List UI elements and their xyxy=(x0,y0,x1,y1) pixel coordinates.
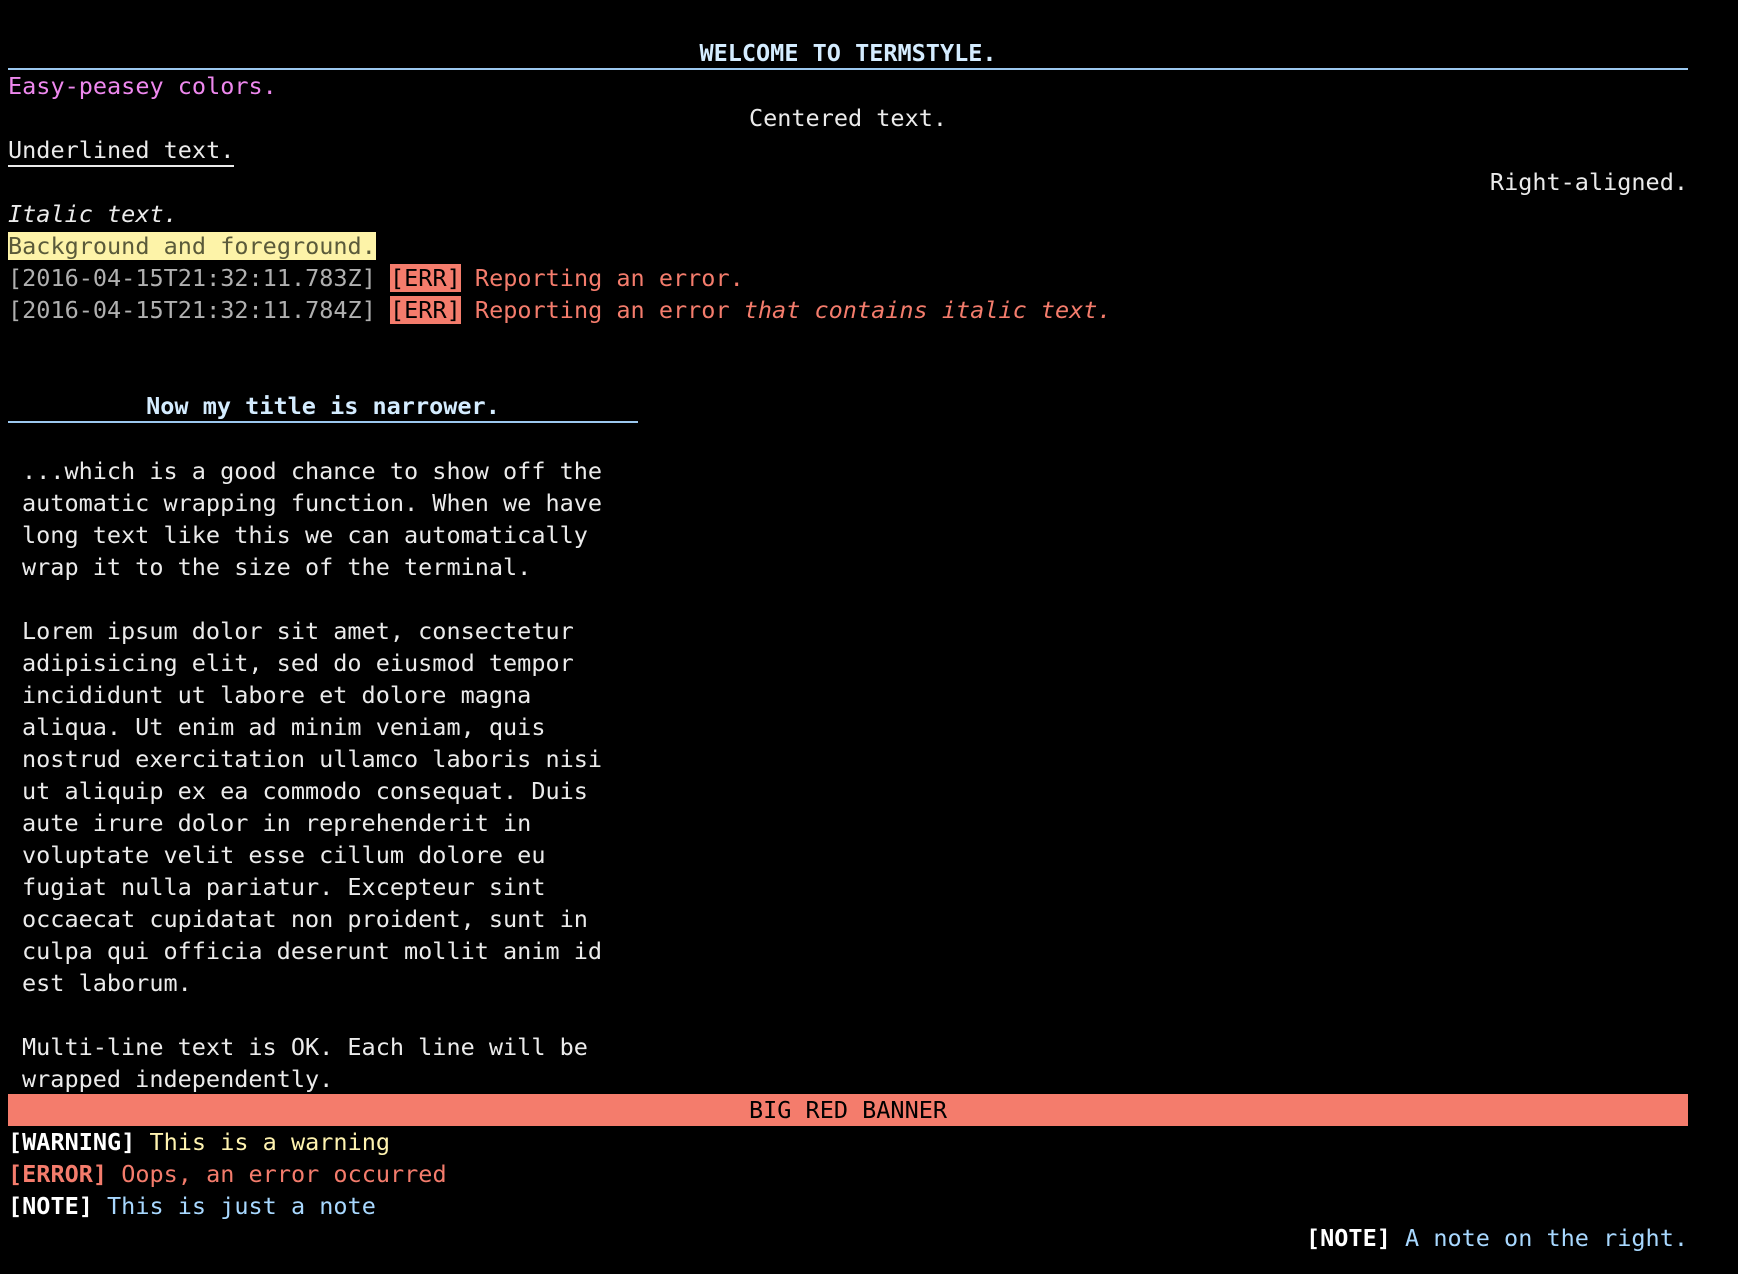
red-banner: BIG RED BANNER xyxy=(8,1094,1688,1126)
underlined-text-line: Underlined text. xyxy=(8,134,235,167)
log-message: Reporting an error that contains italic … xyxy=(475,296,1112,324)
narrow-title: Now my title is narrower. xyxy=(8,390,638,423)
error-label: [ERROR] xyxy=(8,1160,108,1188)
colored-text-line: Easy-peasey colors. xyxy=(8,72,277,100)
error-tag: [ERR] xyxy=(390,296,461,324)
error-line: [ERROR] Oops, an error occurred xyxy=(8,1158,447,1190)
log-line: [2016-04-15T21:32:11.784Z] [ERR] Reporti… xyxy=(8,294,1112,326)
log-timestamp: [2016-04-15T21:32:11.783Z] xyxy=(8,264,376,292)
main-title: WELCOME TO TERMSTYLE. xyxy=(8,37,1688,70)
centered-text-line: Centered text. xyxy=(748,104,948,132)
note-right-tag: [NOTE] xyxy=(1305,1224,1391,1252)
error-text: Oops, an error occurred xyxy=(107,1160,447,1188)
warning-tag: [WARNING] xyxy=(8,1128,136,1156)
note-right-line: [NOTE] A note on the right. xyxy=(8,1222,1688,1254)
warning-line: [WARNING] This is a warning xyxy=(8,1126,390,1158)
highlighted-text: Background and foreground. xyxy=(8,232,376,260)
log-line: [2016-04-15T21:32:11.783Z] [ERR] Reporti… xyxy=(8,262,744,294)
log-message-italic: that contains italic text. xyxy=(743,296,1112,324)
log-timestamp: [2016-04-15T21:32:11.784Z] xyxy=(8,296,376,324)
log-message: Reporting an error. xyxy=(474,264,744,292)
right-aligned-text-line: Right-aligned. xyxy=(1489,168,1688,196)
note-tag: [NOTE] xyxy=(8,1192,93,1220)
warning-text: This is a warning xyxy=(135,1128,391,1156)
note-right-text: A note on the right. xyxy=(1390,1224,1688,1252)
background-foreground-line: Background and foreground. xyxy=(8,230,376,262)
log-message-plain: Reporting an error xyxy=(474,296,744,324)
note-text: This is just a note xyxy=(92,1192,376,1220)
error-tag: [ERR] xyxy=(390,264,461,292)
wrapped-text-block: ...which is a good chance to show off th… xyxy=(22,457,603,1093)
underlined-text: Underlined text. xyxy=(8,136,235,167)
note-line: [NOTE] This is just a note xyxy=(8,1190,376,1222)
italic-text-line: Italic text. xyxy=(8,200,178,228)
